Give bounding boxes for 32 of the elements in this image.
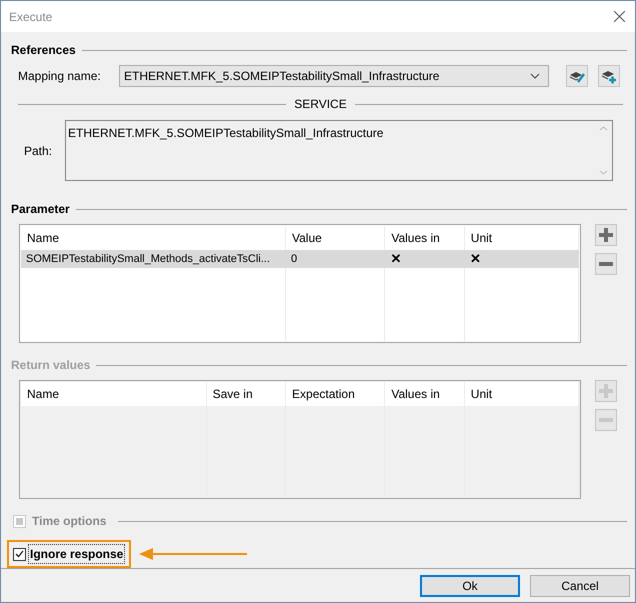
arrow-icon [139, 547, 248, 561]
plus-icon [599, 384, 613, 398]
scroll-up-icon [599, 126, 608, 131]
scroll-down-icon [599, 170, 608, 175]
close-icon[interactable] [614, 11, 625, 22]
table-row[interactable]: SOMEIPTestabilitySmall_Methods_activateTsCli... 0 ✕ ✕ [21, 250, 579, 268]
window-title: Execute [9, 8, 52, 26]
checkbox[interactable] [13, 548, 26, 560]
table-cell-text: ✕ [389, 250, 402, 268]
table-cell-text: 0 [290, 252, 298, 267]
remove-button[interactable] [595, 253, 617, 275]
check-icon [15, 550, 24, 558]
table-cell-text: SOMEIPTestabilitySmall_Methods_activateTsCli... [25, 252, 271, 267]
edit-button[interactable] [566, 65, 588, 87]
field-label: Path: [24, 142, 54, 160]
checkbox-label: Time options [32, 513, 106, 530]
group-title: Parameter [11, 201, 70, 218]
layers-plus-icon [601, 68, 617, 84]
section-heading: SERVICE [294, 96, 347, 113]
field-label: Mapping name: [18, 68, 102, 85]
ok-button[interactable]: Ok [420, 574, 520, 596]
add-button[interactable] [595, 224, 617, 246]
group-title: References [11, 42, 76, 59]
mapping-dropdown[interactable]: ETHERNET.MFK_5.SOMEIPTestabilitySmall_Infrastructure [119, 65, 549, 87]
path-field[interactable]: ETHERNET.MFK_5.SOMEIPTestabilitySmall_Infrastructure [65, 120, 613, 181]
table-cell-text: ✕ [468, 250, 482, 268]
group-title: Return values [11, 357, 90, 374]
plus-icon [599, 228, 613, 242]
add-mapping-button[interactable] [598, 65, 620, 87]
checkbox-label[interactable]: Ignore response [28, 544, 126, 564]
cancel-button[interactable]: Cancel [530, 574, 630, 596]
chevron-down-icon [530, 73, 540, 79]
